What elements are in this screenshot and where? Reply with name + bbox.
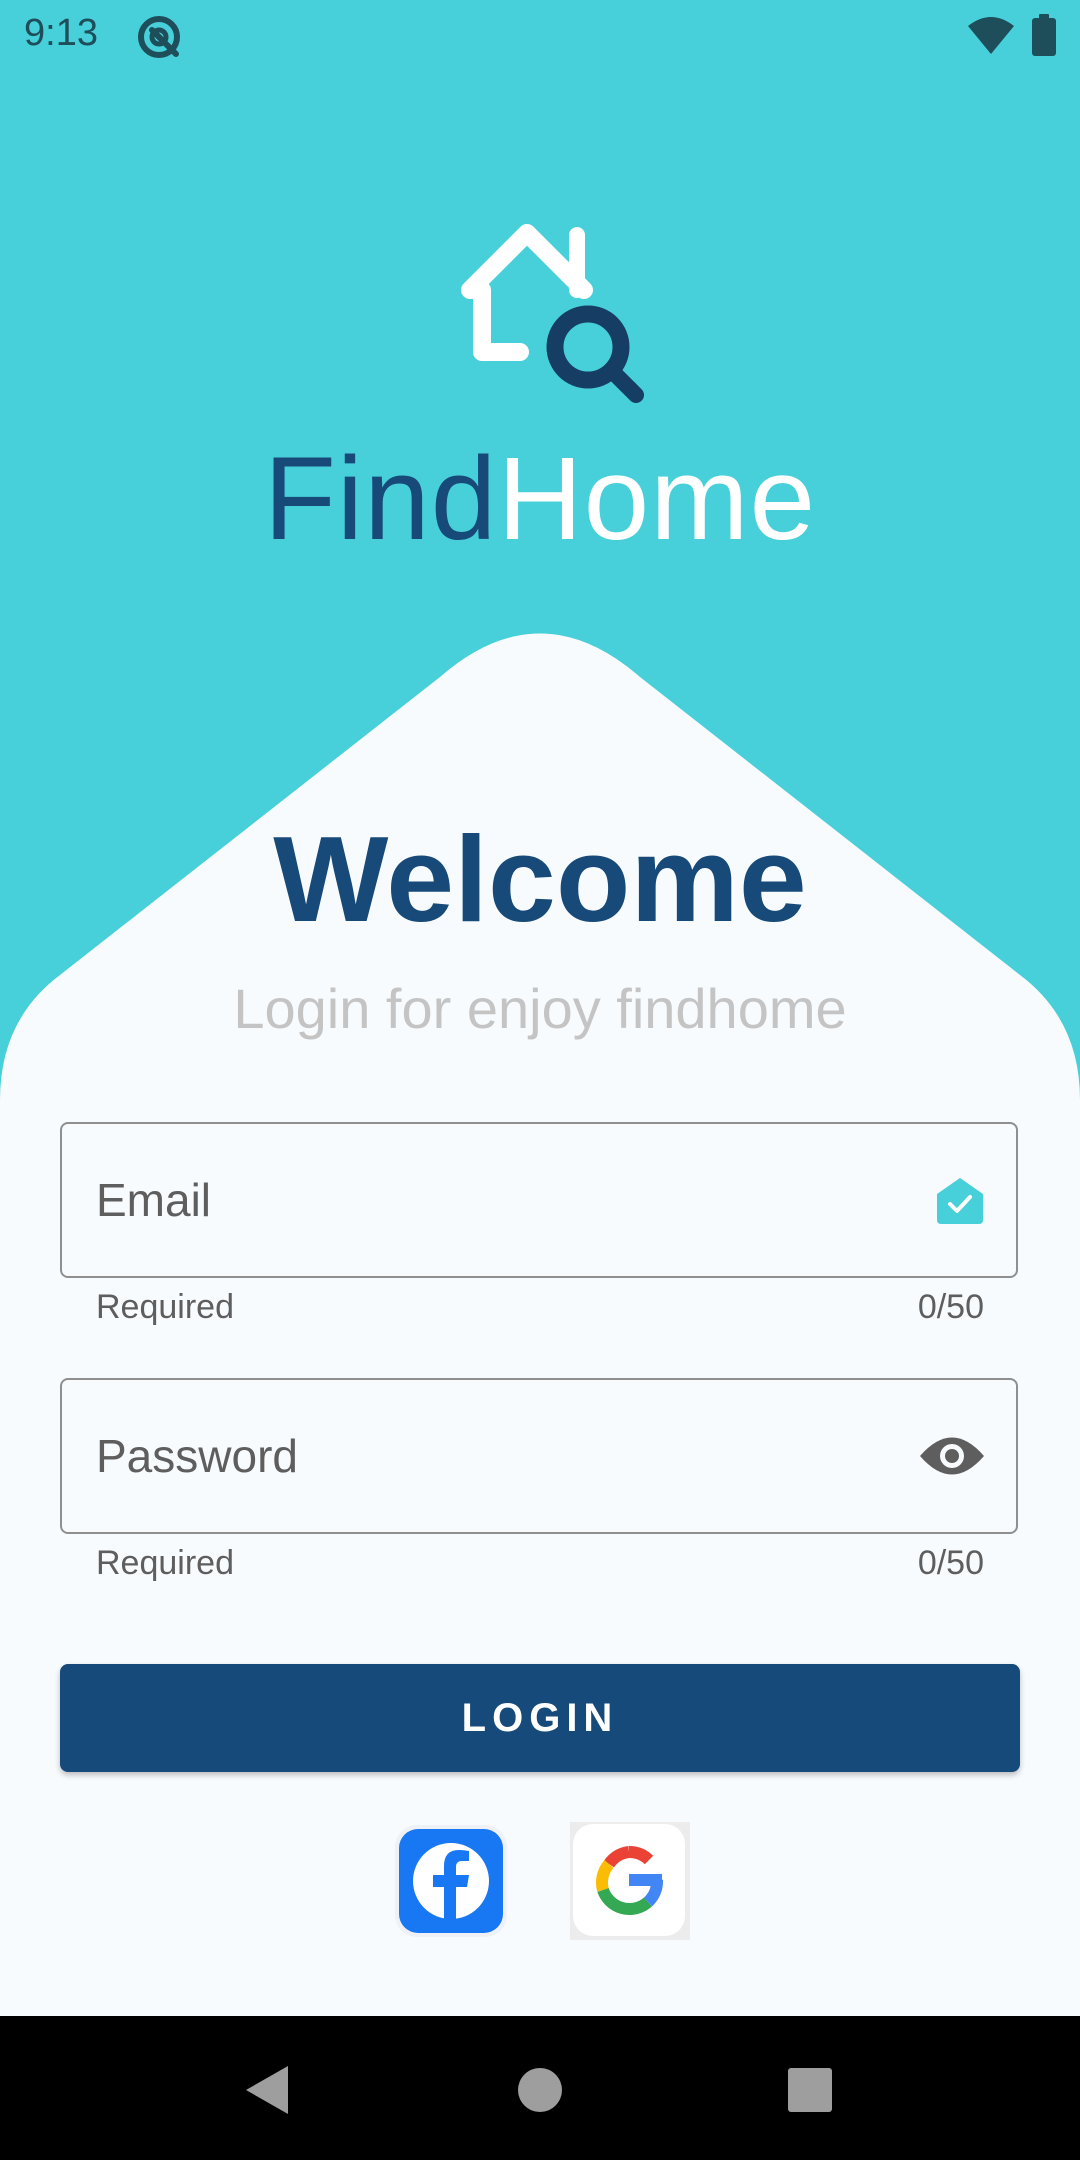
password-placeholder: Password bbox=[96, 1430, 298, 1482]
email-helper: Required 0/50 bbox=[96, 1288, 984, 1327]
email-placeholder: Email bbox=[96, 1174, 212, 1226]
wifi-icon bbox=[968, 17, 1014, 54]
battery-icon bbox=[1032, 14, 1056, 56]
login-button[interactable]: LOGIN bbox=[60, 1664, 1020, 1772]
welcome-title: Welcome bbox=[273, 811, 807, 947]
welcome-subtitle: Login for enjoy findhome bbox=[233, 977, 847, 1040]
home-icon[interactable] bbox=[516, 2066, 564, 2114]
password-helper-text: Required bbox=[96, 1544, 234, 1582]
eye-icon[interactable] bbox=[918, 1433, 986, 1479]
google-icon[interactable] bbox=[570, 1822, 690, 1940]
facebook-icon[interactable] bbox=[394, 1824, 508, 1938]
app-notification-icon bbox=[138, 16, 180, 58]
status-bar: 9:13 bbox=[0, 0, 1080, 72]
password-counter: 0/50 bbox=[917, 1544, 984, 1582]
email-counter: 0/50 bbox=[917, 1288, 984, 1326]
email-check-icon bbox=[937, 1178, 983, 1224]
email-helper-text: Required bbox=[96, 1288, 234, 1326]
password-helper: Required 0/50 bbox=[96, 1544, 984, 1583]
status-time: 9:13 bbox=[24, 12, 98, 54]
house-search-logo-icon bbox=[461, 224, 644, 403]
brand-find: Find bbox=[263, 433, 498, 565]
recents-icon[interactable] bbox=[786, 2066, 834, 2114]
app-brand: FindHome bbox=[0, 440, 1080, 558]
brand-home: Home bbox=[497, 433, 817, 565]
password-field[interactable]: Password bbox=[60, 1378, 1018, 1534]
back-icon[interactable] bbox=[244, 2064, 292, 2116]
email-field[interactable]: Email bbox=[60, 1122, 1018, 1278]
